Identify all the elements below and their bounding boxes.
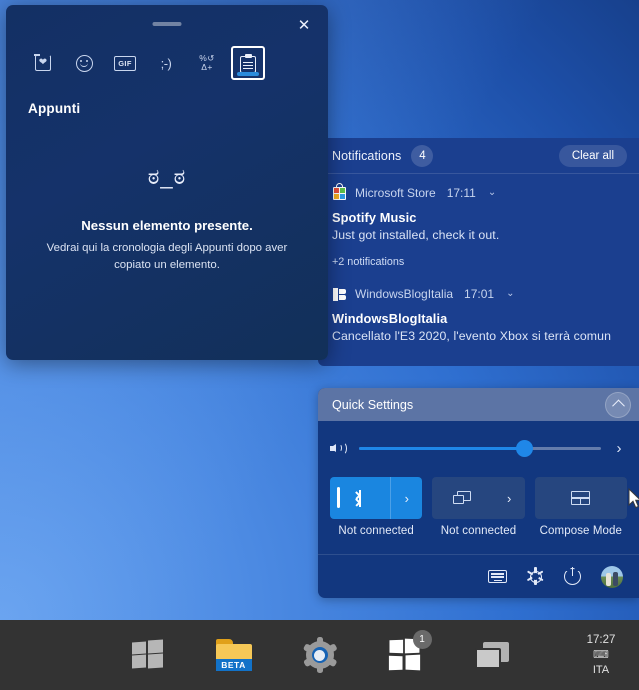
gear-icon[interactable] [527, 567, 544, 586]
volume-slider[interactable] [359, 439, 601, 457]
cast-icon [432, 477, 493, 519]
tab-emoji[interactable] [67, 46, 101, 80]
smiley-icon [75, 54, 93, 72]
windows-flag-icon [332, 286, 347, 302]
notification-title: WindowsBlogItalia [332, 311, 448, 326]
keyboard-icon[interactable] [488, 570, 507, 583]
notification-time: 17:11 [446, 186, 476, 200]
quick-settings-tiles: › Not connected › Not connected Compose … [330, 477, 627, 537]
tile-bluetooth-wrap: › Not connected [330, 477, 423, 537]
speaker-icon[interactable] [330, 440, 349, 456]
notification-body: Just got installed, check it out. [332, 228, 500, 242]
tile-compose-mode-wrap: Compose Mode [534, 477, 627, 537]
notification-time: 17:01 [464, 287, 495, 301]
compose-mode-icon [535, 477, 627, 519]
volume-expand-button[interactable]: › [611, 441, 627, 456]
tile-compose-mode[interactable] [534, 477, 627, 519]
mouse-cursor [628, 488, 639, 509]
notification-app-name: Microsoft Store [355, 186, 436, 200]
tab-symbols[interactable]: %↺ Δ+ [190, 46, 224, 80]
tile-project-wrap: › Not connected [432, 477, 525, 537]
task-view-icon [474, 641, 509, 669]
symbols-line-2: Δ+ [201, 62, 213, 72]
tab-selected-underline [237, 72, 259, 76]
page-title: Appunti [28, 101, 81, 116]
settings-gear-icon [302, 637, 337, 673]
notification-badge: 1 [412, 630, 432, 649]
chevron-down-icon[interactable]: ⌄ [488, 188, 496, 198]
folder-beta-icon: BETA [215, 639, 253, 671]
quick-settings-title: Quick Settings [332, 397, 414, 412]
language-indicator[interactable]: ITA [593, 664, 609, 676]
notification-item[interactable]: Microsoft Store 17:11 ⌄ Spotify Music Ju… [318, 174, 639, 246]
chevron-up-icon[interactable] [605, 391, 631, 418]
quick-settings-header: Quick Settings [318, 388, 639, 421]
notification-item[interactable]: WindowsBlogItalia 17:01 ⌄ WindowsBlogIta… [318, 275, 639, 347]
empty-kaomoji: ಠ_ಠ [147, 164, 187, 189]
tab-kaomoji[interactable]: ;-) [149, 46, 183, 80]
clock[interactable]: 17:27 [587, 634, 616, 646]
gif-icon: GIF [114, 55, 136, 71]
panel-tabs: ❤ GIF ;-) %↺ Δ+ [6, 43, 328, 83]
volume-row: › [330, 431, 627, 465]
clipboard-empty-state: ಠ_ಠ Nessun elemento presente. Vedrai qui… [6, 164, 328, 273]
tab-clipboard[interactable] [231, 46, 265, 80]
tile-compose-mode-label: Compose Mode [539, 525, 623, 537]
tile-project-expand[interactable]: › [494, 477, 525, 519]
notifications-header: Notifications 4 Clear all [318, 138, 639, 173]
beta-badge-label: BETA [215, 659, 252, 671]
taskbar-items: BETA 1 [0, 630, 639, 678]
avatar[interactable] [601, 565, 623, 588]
tile-bluetooth-expand[interactable]: › [391, 477, 422, 519]
tile-active-accent [337, 487, 340, 508]
quick-settings-panel: Quick Settings › › Not connected › Not c… [318, 388, 639, 598]
windows-insider-button[interactable]: 1 [383, 630, 432, 678]
action-center: Notifications 4 Clear all Microsoft Stor… [318, 138, 639, 598]
taskbar: BETA 1 17:27 ⌨ ITA [0, 620, 639, 690]
store-bag-icon [332, 183, 347, 201]
chevron-down-icon[interactable]: ⌄ [506, 289, 514, 299]
windows-logo-icon [131, 639, 164, 670]
emoji-clipboard-panel: ✕ ❤ GIF ;-) %↺ Δ+ Appunti ಠ_ಠ Nessun ele… [6, 5, 328, 360]
task-view-button[interactable] [469, 632, 515, 678]
ime-icon[interactable]: ⌨ [593, 650, 609, 661]
start-button[interactable] [125, 632, 171, 678]
notification-app-name: WindowsBlogItalia [355, 287, 454, 301]
kaomoji-icon: ;-) [160, 55, 172, 71]
symbols-icon: %↺ Δ+ [199, 54, 214, 72]
tab-recently-used[interactable]: ❤ [26, 46, 60, 80]
empty-state-subtitle: Vedrai qui la cronologia degli Appunti d… [46, 242, 288, 271]
tile-bluetooth-label: Not connected [338, 525, 414, 537]
volume-slider-thumb[interactable] [515, 439, 533, 457]
more-notifications-link[interactable]: +2 notifications [318, 246, 639, 275]
panel-titlebar[interactable]: ✕ [6, 5, 328, 43]
close-icon[interactable]: ✕ [292, 13, 316, 37]
power-icon[interactable] [564, 567, 581, 585]
notifications-panel: Notifications 4 Clear all Microsoft Stor… [318, 138, 639, 366]
recent-heart-icon: ❤ [34, 54, 51, 71]
tile-project-label: Not connected [440, 525, 517, 537]
notifications-count-badge: 4 [411, 144, 434, 167]
drag-handle[interactable] [152, 22, 182, 26]
tile-project[interactable]: › [432, 477, 525, 519]
notifications-title: Notifications [332, 148, 402, 163]
quick-settings-body: › › Not connected › Not connected Compos… [318, 421, 639, 537]
clipboard-icon [240, 53, 256, 73]
notification-body: Cancellato l'E3 2020, l'evento Xbox si t… [332, 329, 612, 343]
notification-meta: WindowsBlogItalia 17:01 ⌄ [332, 284, 625, 304]
notification-title: Spotify Music [332, 210, 417, 225]
clear-all-button[interactable]: Clear all [558, 144, 627, 167]
system-tray[interactable]: 17:27 ⌨ ITA [573, 620, 629, 690]
file-explorer-button[interactable]: BETA [211, 632, 257, 678]
empty-state-title: Nessun elemento presente. [81, 218, 253, 233]
notification-meta: Microsoft Store 17:11 ⌄ [332, 183, 625, 203]
tab-gif[interactable]: GIF [108, 46, 142, 80]
quick-settings-footer [318, 554, 639, 598]
settings-button[interactable] [297, 632, 343, 678]
tile-bluetooth[interactable]: › [330, 477, 423, 519]
